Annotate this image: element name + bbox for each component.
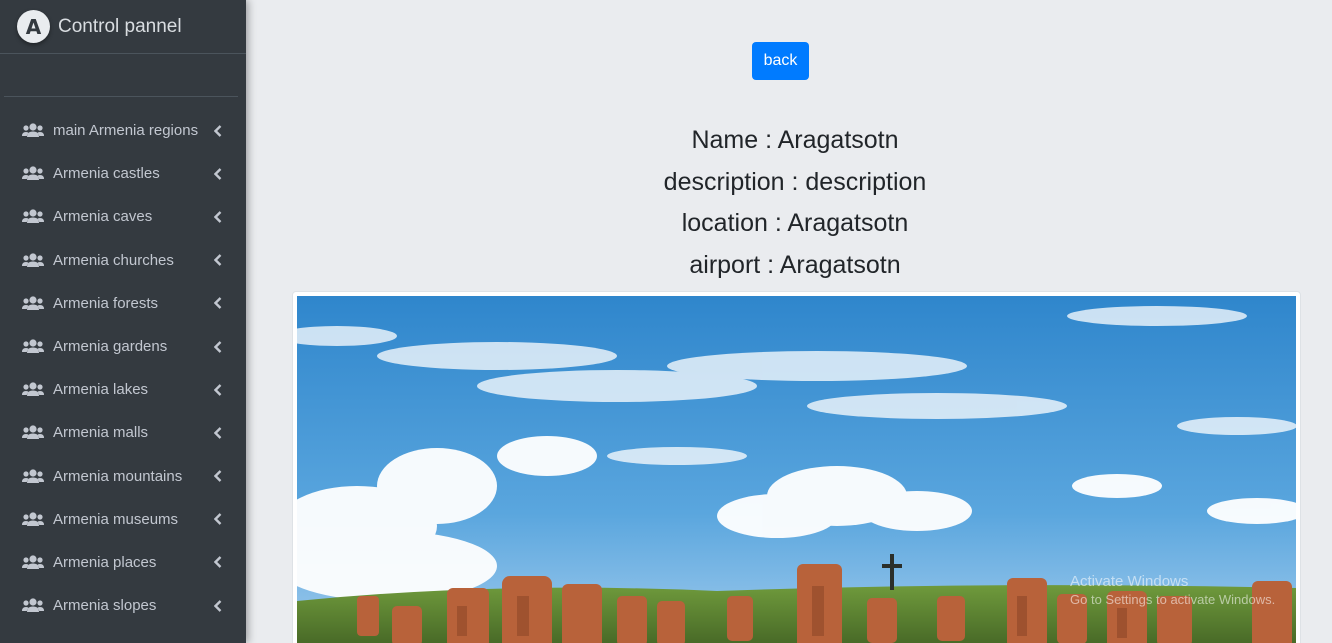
sidebar-item-armenia-lakes[interactable]: Armenia lakes <box>0 368 246 411</box>
sidebar-item-label: Armenia museums <box>53 510 179 528</box>
chevron-left-icon[interactable] <box>214 211 222 223</box>
chevron-left-icon[interactable] <box>214 383 222 396</box>
sidebar-item-label: Armenia malls <box>53 424 149 442</box>
sidebar-item-label: Armenia forests <box>53 294 159 312</box>
chevron-left-icon[interactable] <box>214 167 222 180</box>
sidebar-item-label: Armenia gardens <box>53 338 168 356</box>
sidebar-item-armenia-forests[interactable]: Armenia forests <box>0 282 246 325</box>
chevron-left-icon[interactable] <box>214 470 222 482</box>
users-icon <box>22 166 46 182</box>
back-button[interactable]: back <box>752 42 809 80</box>
users-icon <box>22 468 46 484</box>
place-details: Name : Aragatsotn description : descript… <box>246 120 1332 286</box>
users-icon <box>22 209 46 225</box>
detail-name: Name : Aragatsotn <box>691 126 899 154</box>
chevron-left-icon[interactable] <box>214 427 222 439</box>
users-icon <box>22 295 46 311</box>
sidebar-item-label: Armenia slopes <box>53 597 157 615</box>
chevron-left-icon[interactable] <box>214 340 222 353</box>
chevron-left-icon[interactable] <box>214 513 222 526</box>
sidebar-item-armenia-slopes[interactable]: Armenia slopes <box>0 584 246 627</box>
detail-description: description : description <box>663 167 927 196</box>
chevron-left-icon[interactable] <box>214 124 222 137</box>
detail-airport: airport : Aragatsotn <box>689 250 901 279</box>
users-icon <box>22 123 46 139</box>
sidebar-item-label: Armenia caves <box>53 208 153 226</box>
sidebar-item-label: Armenia castles <box>53 165 160 183</box>
sidebar: A Control pannel main Armenia regions Arm… <box>0 0 246 643</box>
sidebar-item-label: Armenia lakes <box>53 381 149 399</box>
sidebar-item-armenia-gardens[interactable]: Armenia gardens <box>0 325 246 368</box>
main-content: back Name : Aragatsotn description : des… <box>246 0 1332 643</box>
sidebar-item-armenia-museums[interactable]: Armenia museums <box>0 498 246 541</box>
sidebar-item-armenia-malls[interactable]: Armenia malls <box>0 411 246 454</box>
user-panel <box>4 54 238 97</box>
users-icon <box>22 382 46 398</box>
brand-title: Control pannel <box>58 15 182 37</box>
sidebar-item-label: Armenia mountains <box>53 467 183 485</box>
sidebar-item-armenia-churches[interactable]: Armenia churches <box>0 239 246 282</box>
chevron-left-icon[interactable] <box>214 297 222 310</box>
users-icon <box>22 511 46 527</box>
sidebar-item-armenia-places[interactable]: Armenia places <box>0 541 246 584</box>
chevron-left-icon[interactable] <box>214 599 222 612</box>
sidebar-item-armenia-castles[interactable]: Armenia castles <box>0 152 246 195</box>
users-icon <box>22 252 46 268</box>
sidebar-item-armenia-caves[interactable]: Armenia caves <box>0 195 246 238</box>
sidebar-item-label: Armenia places <box>53 553 157 571</box>
sidebar-item-armenia-mountains[interactable]: Armenia mountains <box>0 455 246 498</box>
chevron-left-icon[interactable] <box>214 556 222 569</box>
sidebar-item-label: Armenia churches <box>53 251 174 269</box>
brand-logo: A <box>17 10 50 43</box>
chevron-left-icon[interactable] <box>214 254 222 267</box>
users-icon <box>22 598 46 614</box>
detail-location: location : Aragatsotn <box>681 209 909 237</box>
windows-activation-watermark: Activate Windows Go to Settings to activ… <box>1070 573 1276 607</box>
sidebar-item-label: main Armenia regions <box>53 122 199 140</box>
users-icon <box>22 554 46 570</box>
sidebar-nav: main Armenia regions Armenia castles Armen… <box>0 97 246 627</box>
users-icon <box>22 425 46 441</box>
users-icon <box>22 339 46 355</box>
sidebar-item-main-armenia-regions[interactable]: main Armenia regions <box>0 109 246 152</box>
brand-link[interactable]: A Control pannel <box>0 0 246 54</box>
